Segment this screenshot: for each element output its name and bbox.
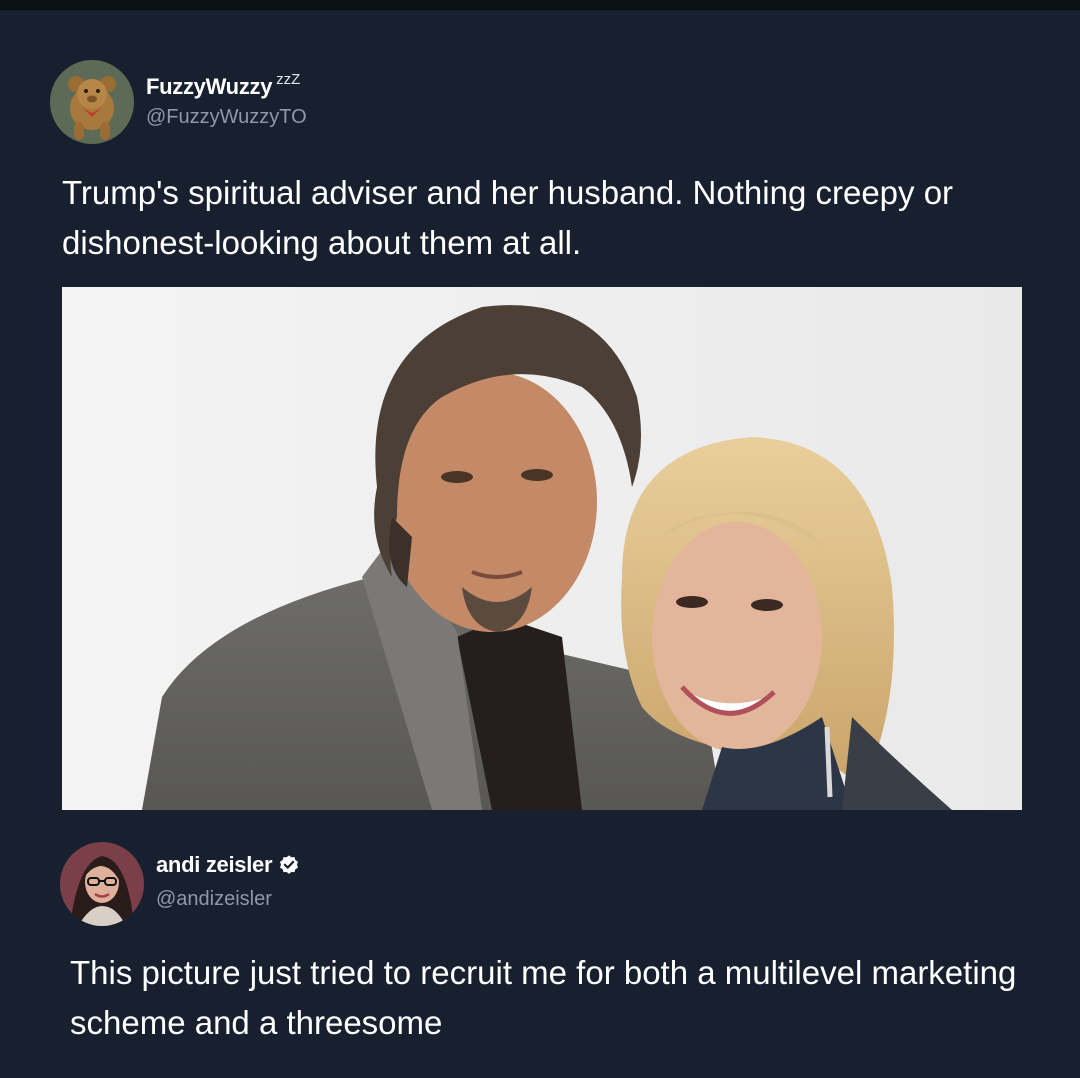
author-handle[interactable]: @andizeisler — [156, 888, 272, 911]
author-name-row[interactable]: FuzzyWuzzy zᴢZ — [146, 70, 301, 100]
woman-portrait-avatar-icon[interactable] — [60, 842, 144, 926]
teddy-bear-avatar-icon[interactable] — [50, 60, 134, 144]
author-display-name[interactable]: andi zeisler — [156, 852, 273, 878]
sleeping-zzz-icon: zᴢZ — [276, 70, 301, 88]
tweet-text: This picture just tried to recruit me fo… — [70, 954, 1017, 1041]
author-handle[interactable]: @FuzzyWuzzyTO — [146, 106, 307, 129]
author-display-name[interactable]: FuzzyWuzzy — [146, 74, 272, 100]
top-status-strip — [0, 0, 1080, 10]
verified-badge-icon — [280, 855, 299, 874]
couple-portrait-photo[interactable] — [62, 287, 1022, 810]
tweet-text: Trump's spiritual adviser and her husban… — [62, 174, 954, 261]
author-name-row[interactable]: andi zeisler — [156, 852, 300, 878]
